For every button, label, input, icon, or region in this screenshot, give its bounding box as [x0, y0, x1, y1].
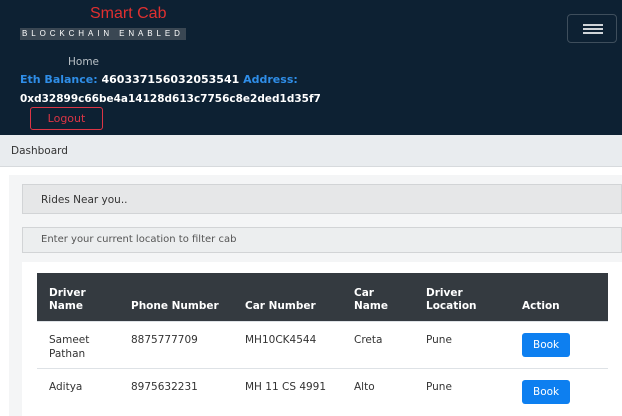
table-header-row: Driver Name Phone Number Car Number Car …	[37, 273, 608, 321]
cell-car-name: Creta	[342, 320, 414, 368]
cell-phone-number: 8875777709	[119, 320, 233, 368]
navbar: Smart Cab BLOCKCHAIN ENABLED Home Eth Ba…	[0, 0, 622, 135]
header-car-number: Car Number	[233, 273, 342, 321]
eth-balance-value: 460337156032053541	[101, 73, 240, 86]
logout-button[interactable]: Logout	[30, 107, 103, 130]
cell-car-number: MH 11 CS 4991	[233, 367, 342, 415]
cell-car-number: MH10CK4544	[233, 320, 342, 368]
breadcrumb-dashboard[interactable]: Dashboard	[11, 145, 68, 157]
brand-title[interactable]: Smart Cab	[90, 5, 166, 23]
book-button[interactable]: Book	[522, 332, 571, 357]
hamburger-icon	[583, 28, 603, 30]
rides-heading-box: Rides Near you..	[22, 184, 622, 214]
header-car-name: Car Name	[342, 273, 414, 321]
eth-balance: Eth Balance: 460337156032053541 Address:	[20, 73, 298, 86]
brand-tagline: BLOCKCHAIN ENABLED	[20, 28, 186, 40]
cell-driver-location: Pune	[414, 320, 510, 368]
table-row: Aditya 8975632231 MH 11 CS 4991 Alto Pun…	[37, 367, 608, 415]
table-row: Sameet Pathan 8875777709 MH10CK4544 Cret…	[37, 320, 608, 368]
rides-heading: Rides Near you..	[41, 194, 128, 206]
hamburger-icon	[583, 32, 603, 34]
cell-action: Book	[510, 320, 608, 368]
book-button[interactable]: Book	[522, 379, 571, 404]
header-driver-name: Driver Name	[37, 273, 119, 321]
nav-home-link[interactable]: Home	[68, 56, 99, 68]
cell-driver-location: Pune	[414, 367, 510, 415]
menu-toggle-button[interactable]	[567, 14, 617, 43]
address-value: 0xd32899c66be4a14128d613c7756c8e2ded1d35…	[20, 93, 321, 105]
hamburger-icon	[583, 24, 603, 26]
cell-driver-name: Sameet Pathan	[37, 320, 119, 368]
cell-driver-name: Aditya	[37, 367, 119, 415]
cell-phone-number: 8975632231	[119, 367, 233, 415]
location-filter-input[interactable]: Enter your current location to filter ca…	[22, 227, 622, 253]
eth-balance-label: Eth Balance:	[20, 73, 98, 86]
cab-table: Driver Name Phone Number Car Number Car …	[37, 273, 608, 415]
cell-car-name: Alto	[342, 367, 414, 415]
breadcrumb: Dashboard	[0, 135, 622, 167]
address-label: Address:	[243, 73, 298, 86]
header-action: Action	[510, 273, 608, 321]
cell-action: Book	[510, 367, 608, 415]
header-driver-location: Driver Location	[414, 273, 510, 321]
header-phone-number: Phone Number	[119, 273, 233, 321]
